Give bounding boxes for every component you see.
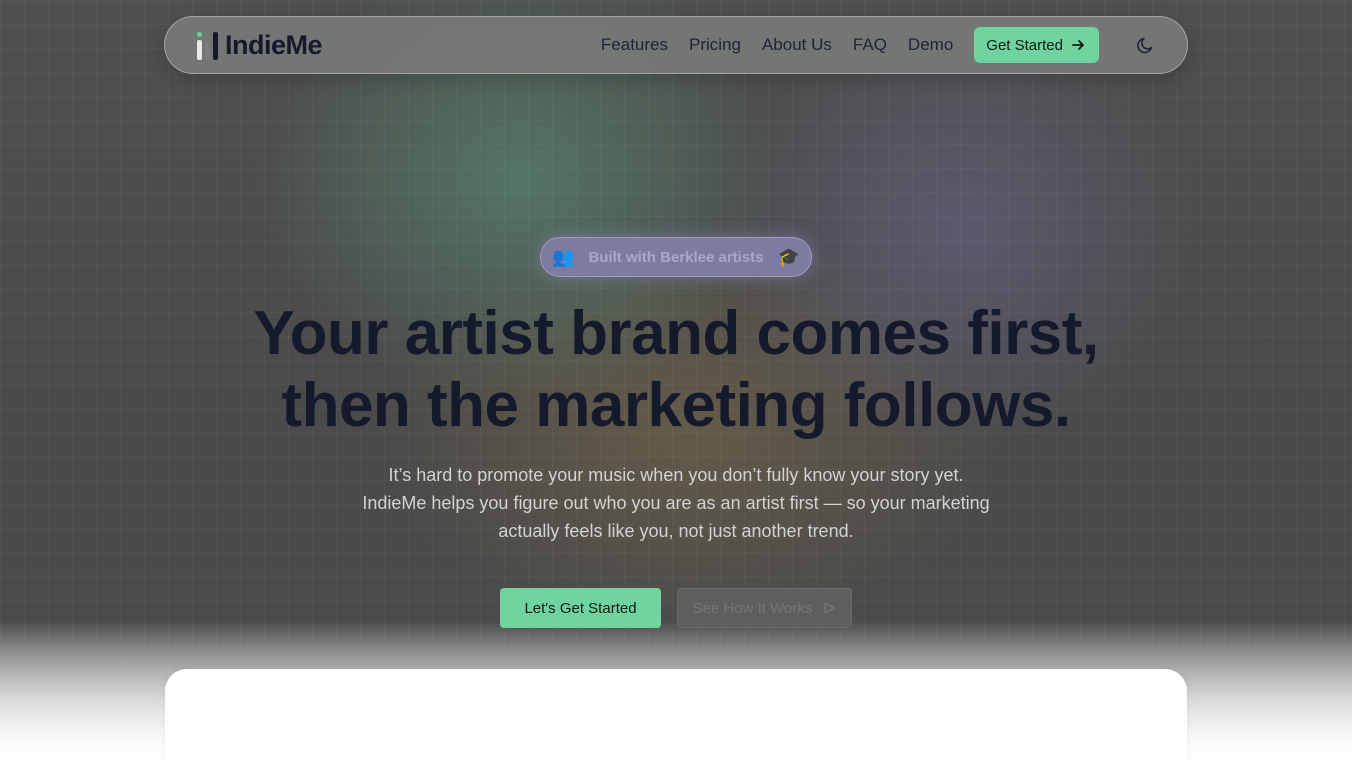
arrow-right-icon bbox=[1072, 40, 1084, 50]
logo-bars-icon bbox=[197, 30, 218, 60]
see-how-it-works-label: See How It Works bbox=[692, 599, 813, 617]
people-icon: 👥 bbox=[552, 247, 575, 267]
hero-headline: Your artist brand comes first, then the … bbox=[0, 298, 1352, 442]
badge-text: Built with Berklee artists bbox=[588, 248, 764, 266]
get-started-button[interactable]: Get Started bbox=[974, 27, 1099, 63]
logo-text: IndieMe bbox=[225, 29, 323, 60]
headline-line-2: then the marketing follows. bbox=[281, 371, 1071, 440]
moon-icon bbox=[1137, 37, 1153, 54]
nav-link-pricing[interactable]: Pricing bbox=[689, 35, 741, 55]
navbar: IndieMe Features Pricing About Us FAQ De… bbox=[164, 16, 1188, 74]
lets-get-started-button[interactable]: Let's Get Started bbox=[500, 588, 661, 628]
theme-toggle-button[interactable] bbox=[1135, 34, 1157, 56]
nav-links: Features Pricing About Us FAQ Demo Get S… bbox=[601, 27, 1099, 63]
hero-subheading: It’s hard to promote your music when you… bbox=[0, 461, 1352, 545]
nav-link-faq[interactable]: FAQ bbox=[853, 35, 887, 55]
berklee-badge: 👥 Built with Berklee artists 🎓 bbox=[540, 237, 812, 277]
graduation-cap-icon: 🎓 bbox=[777, 247, 800, 267]
get-started-label: Get Started bbox=[986, 36, 1063, 54]
logo[interactable]: IndieMe bbox=[197, 29, 323, 61]
nav-link-about-us[interactable]: About Us bbox=[762, 35, 832, 55]
sub-line-3: actually feels like you, not just anothe… bbox=[498, 521, 854, 541]
see-how-it-works-button[interactable]: See How It Works bbox=[677, 588, 852, 628]
nav-link-demo[interactable]: Demo bbox=[908, 35, 953, 55]
content-card bbox=[165, 669, 1187, 760]
headline-line-1: Your artist brand comes first, bbox=[253, 299, 1099, 368]
nav-link-features[interactable]: Features bbox=[601, 35, 668, 55]
sub-line-2: IndieMe helps you figure out who you are… bbox=[362, 493, 990, 513]
play-icon bbox=[824, 602, 836, 614]
sub-line-1: It’s hard to promote your music when you… bbox=[388, 465, 964, 485]
